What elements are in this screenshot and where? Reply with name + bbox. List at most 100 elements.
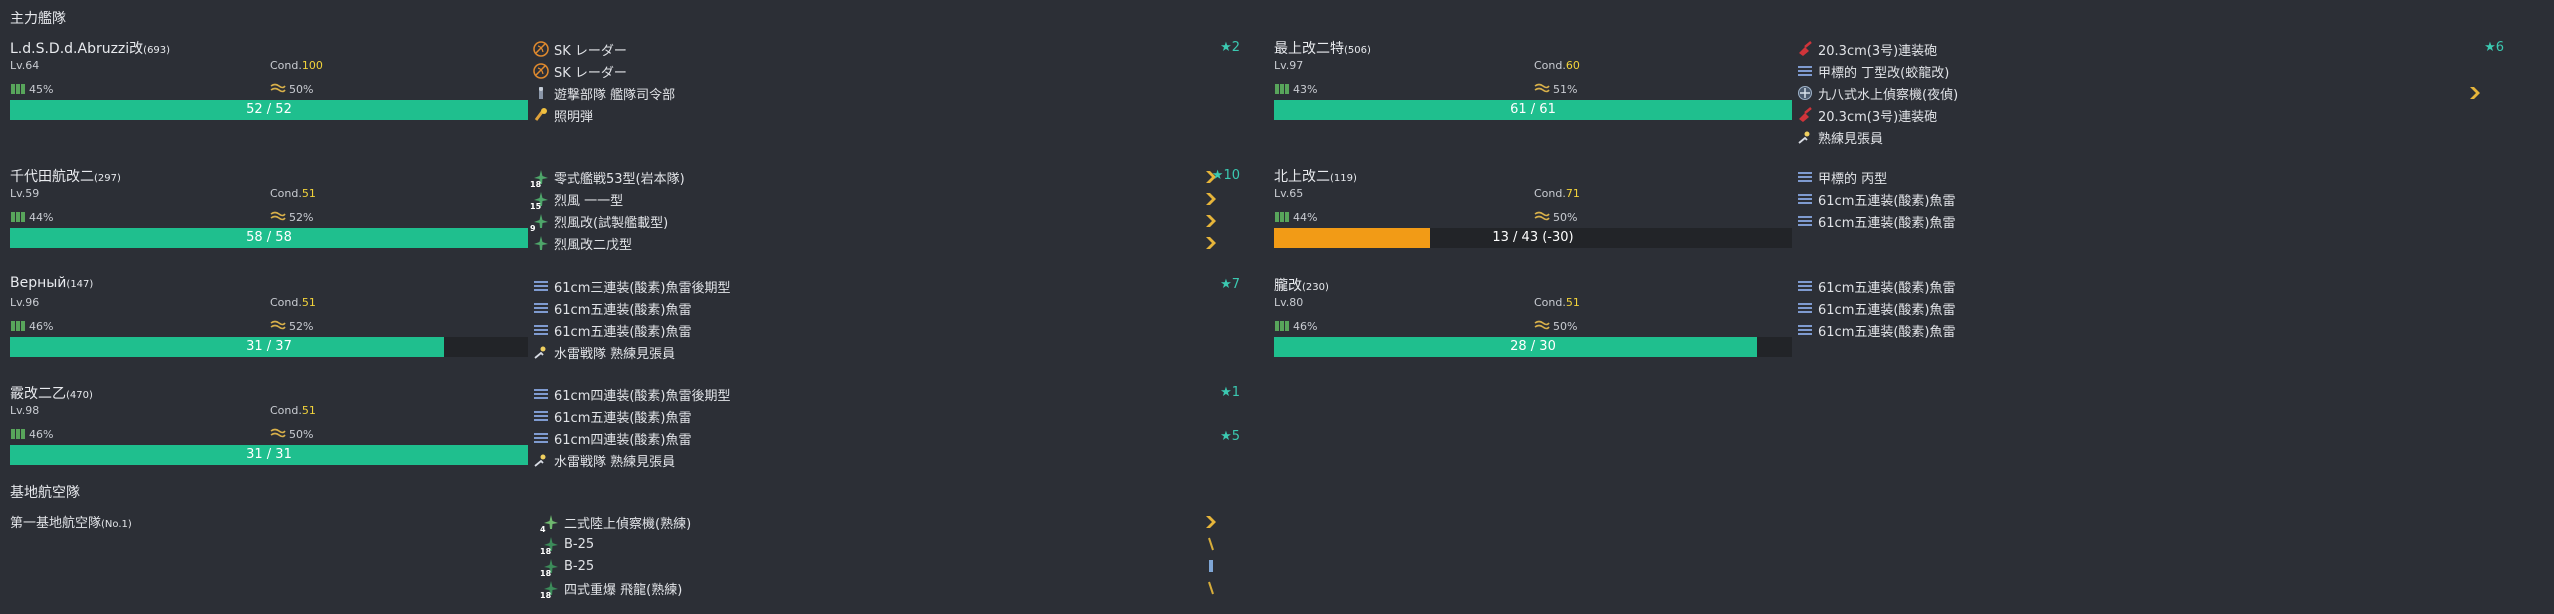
equipment-item[interactable]: 水雷戦隊 熟練見張員 bbox=[532, 341, 1240, 363]
hp-bar: 31 / 31 bbox=[10, 445, 528, 465]
ship-name[interactable]: 朧改(230) bbox=[1274, 275, 1329, 295]
radar-icon bbox=[532, 62, 550, 80]
equipment-item[interactable]: 4 二式陸上偵察機(熟練) bbox=[540, 511, 1240, 534]
ship-name-label: L.d.S.D.d.Abruzzi改 bbox=[10, 41, 144, 57]
lbas-name[interactable]: 第一基地航空隊(No.1) bbox=[10, 512, 132, 531]
ship-id: (147) bbox=[66, 279, 94, 290]
ammo-status: 50% bbox=[1534, 318, 1577, 335]
ship-name-label: 千代田航改二 bbox=[10, 169, 94, 185]
ammo-value: 50% bbox=[289, 83, 314, 96]
fuel-status: 43% bbox=[1274, 81, 1317, 98]
main-gun-icon bbox=[1796, 106, 1814, 124]
ship-name[interactable]: Верный(147) bbox=[10, 275, 93, 291]
seaplane-icon bbox=[1796, 84, 1814, 102]
fuel-icon bbox=[10, 318, 26, 335]
ship-name[interactable]: 北上改二(119) bbox=[1274, 166, 1357, 186]
equipment-list: 20.3cm(3号)連装砲 ★6 甲標的 丁型改(蛟龍改) 九八式水上偵察機(夜偵) 2… bbox=[1796, 38, 2504, 148]
fuel-icon bbox=[10, 81, 26, 98]
fuel-value: 46% bbox=[1293, 320, 1318, 333]
equipment-item[interactable]: 61cm五連装(酸素)魚雷 bbox=[1796, 275, 2504, 297]
ship-name[interactable]: 千代田航改二(297) bbox=[10, 166, 121, 186]
ammo-status: 52% bbox=[270, 318, 313, 335]
ship-id: (119) bbox=[1330, 173, 1357, 184]
equipment-item[interactable]: 18 B-25 bbox=[540, 555, 1240, 578]
equipment-name: 61cm四連装(酸素)魚雷 bbox=[554, 432, 692, 448]
ammo-status: 50% bbox=[270, 426, 313, 443]
hp-value: 31 / 37 bbox=[246, 339, 292, 354]
hp-value: 31 / 31 bbox=[246, 447, 292, 462]
ammo-value: 51% bbox=[1553, 83, 1578, 96]
fuel-status: 46% bbox=[1274, 318, 1317, 335]
equipment-item[interactable]: 18 零式艦戦53型(岩本隊) ★10 bbox=[530, 166, 1240, 189]
equipment-list: SK レーダー ★2 SK レーダー 遊撃部隊 艦隊司令部 照明弾 bbox=[532, 38, 1240, 126]
torpedo-icon bbox=[532, 385, 550, 403]
equipment-item[interactable]: 水雷戦隊 熟練見張員 bbox=[532, 449, 1240, 471]
ship-name-label: Верный bbox=[10, 275, 67, 291]
equipment-name: SK レーダー bbox=[554, 43, 627, 59]
fuel-value: 46% bbox=[29, 428, 54, 441]
equipment-name: 熟練見張員 bbox=[1818, 131, 1884, 147]
ship-name-label: 霰改二乙 bbox=[10, 386, 66, 402]
equipment-item[interactable]: 61cm五連装(酸素)魚雷 bbox=[532, 297, 1240, 319]
hp-bar: 31 / 37 bbox=[10, 337, 528, 357]
equipment-item[interactable]: 遊撃部隊 艦隊司令部 bbox=[532, 82, 1240, 104]
torpedo-icon bbox=[1796, 212, 1814, 230]
equipment-item[interactable]: 烈風改二戊型 bbox=[532, 232, 1240, 254]
equipment-name: 烈風改二戊型 bbox=[554, 237, 633, 253]
improvement-star: ★6 bbox=[2484, 40, 2504, 55]
fuel-status: 44% bbox=[10, 209, 53, 226]
equipment-item[interactable]: SK レーダー ★2 bbox=[532, 38, 1240, 60]
equipment-name: 烈風改(試製艦載型) bbox=[554, 215, 669, 231]
equipment-item[interactable]: 20.3cm(3号)連装砲 bbox=[1796, 104, 2504, 126]
improvement-star: ★1 bbox=[1220, 385, 1240, 400]
equipment-name: B-25 bbox=[564, 536, 595, 552]
hp-bar: 52 / 52 bbox=[10, 100, 528, 120]
equipment-item[interactable]: 甲標的 丁型改(蛟龍改) bbox=[1796, 60, 2504, 82]
fighter-icon: 18 bbox=[530, 168, 550, 189]
equipment-item[interactable]: 61cm三連装(酸素)魚雷後期型 ★7 bbox=[532, 275, 1240, 297]
equipment-item[interactable]: 61cm五連装(酸素)魚雷 bbox=[1796, 297, 2504, 319]
equipment-list: 61cm三連装(酸素)魚雷後期型 ★7 61cm五連装(酸素)魚雷 61cm五連装(酸… bbox=[532, 275, 1240, 363]
equipment-item[interactable]: 18 B-25 bbox=[540, 533, 1240, 556]
ship-name[interactable]: 霰改二乙(470) bbox=[10, 383, 93, 403]
equipment-item[interactable]: 甲標的 丙型 bbox=[1796, 166, 2504, 188]
fuel-icon bbox=[1274, 81, 1290, 98]
equipment-item[interactable]: 20.3cm(3号)連装砲 ★6 bbox=[1796, 38, 2504, 60]
equipment-item[interactable]: 61cm五連装(酸素)魚雷 bbox=[532, 405, 1240, 427]
ammo-icon bbox=[270, 426, 286, 443]
equipment-item[interactable]: 61cm五連装(酸素)魚雷 bbox=[532, 319, 1240, 341]
equipment-item[interactable]: 照明弾 bbox=[532, 104, 1240, 126]
equipment-item[interactable]: 18 四式重爆 飛龍(熟練) bbox=[540, 577, 1240, 600]
bomber-icon: 18 bbox=[540, 557, 560, 578]
proficiency-chevron-icon bbox=[2468, 86, 2482, 100]
torpedo-icon bbox=[532, 321, 550, 339]
equipment-item[interactable]: 熟練見張員 bbox=[1796, 126, 2504, 148]
equipment-item[interactable]: 9 烈風改(試製艦載型) bbox=[530, 210, 1240, 233]
fuel-status: 46% bbox=[10, 426, 53, 443]
ammo-status: 50% bbox=[1534, 209, 1577, 226]
ship-card: 千代田航改二(297) Lv.59 Cond.51 44% 52% 58 / 58 18 零式… bbox=[0, 166, 1240, 266]
fuel-value: 43% bbox=[1293, 83, 1318, 96]
fuel-value: 46% bbox=[29, 320, 54, 333]
condition-label: Cond. bbox=[270, 59, 302, 72]
equipment-item[interactable]: 61cm四連装(酸素)魚雷 ★5 bbox=[532, 427, 1240, 449]
equipment-item[interactable]: 61cm四連装(酸素)魚雷後期型 ★1 bbox=[532, 383, 1240, 405]
equipment-item[interactable]: 九八式水上偵察機(夜偵) bbox=[1796, 82, 2504, 104]
fuel-icon bbox=[1274, 318, 1290, 335]
ship-name[interactable]: 最上改二特(506) bbox=[1274, 38, 1371, 58]
ship-name[interactable]: L.d.S.D.d.Abruzzi改(693) bbox=[10, 38, 170, 58]
equipment-item[interactable]: 61cm五連装(酸素)魚雷 bbox=[1796, 210, 2504, 232]
equipment-item[interactable]: SK レーダー bbox=[532, 60, 1240, 82]
hp-bar: 58 / 58 bbox=[10, 228, 528, 248]
condition-value: 51 bbox=[1565, 296, 1580, 309]
equipment-name: 甲標的 丁型改(蛟龍改) bbox=[1818, 65, 1950, 81]
equipment-item[interactable]: 61cm五連装(酸素)魚雷 bbox=[1796, 319, 2504, 341]
condition-label: Cond. bbox=[1534, 187, 1566, 200]
ship-level: Lv.97 bbox=[1274, 59, 1304, 72]
equipment-item[interactable]: 15 烈風 一一型 bbox=[530, 188, 1240, 211]
equipment-name: 61cm五連装(酸素)魚雷 bbox=[1818, 215, 1956, 231]
equipment-item[interactable]: 61cm五連装(酸素)魚雷 bbox=[1796, 188, 2504, 210]
equipment-name: 20.3cm(3号)連装砲 bbox=[1818, 43, 1938, 59]
ship-condition: Cond.71 bbox=[1534, 187, 1580, 200]
condition-label: Cond. bbox=[270, 187, 302, 200]
